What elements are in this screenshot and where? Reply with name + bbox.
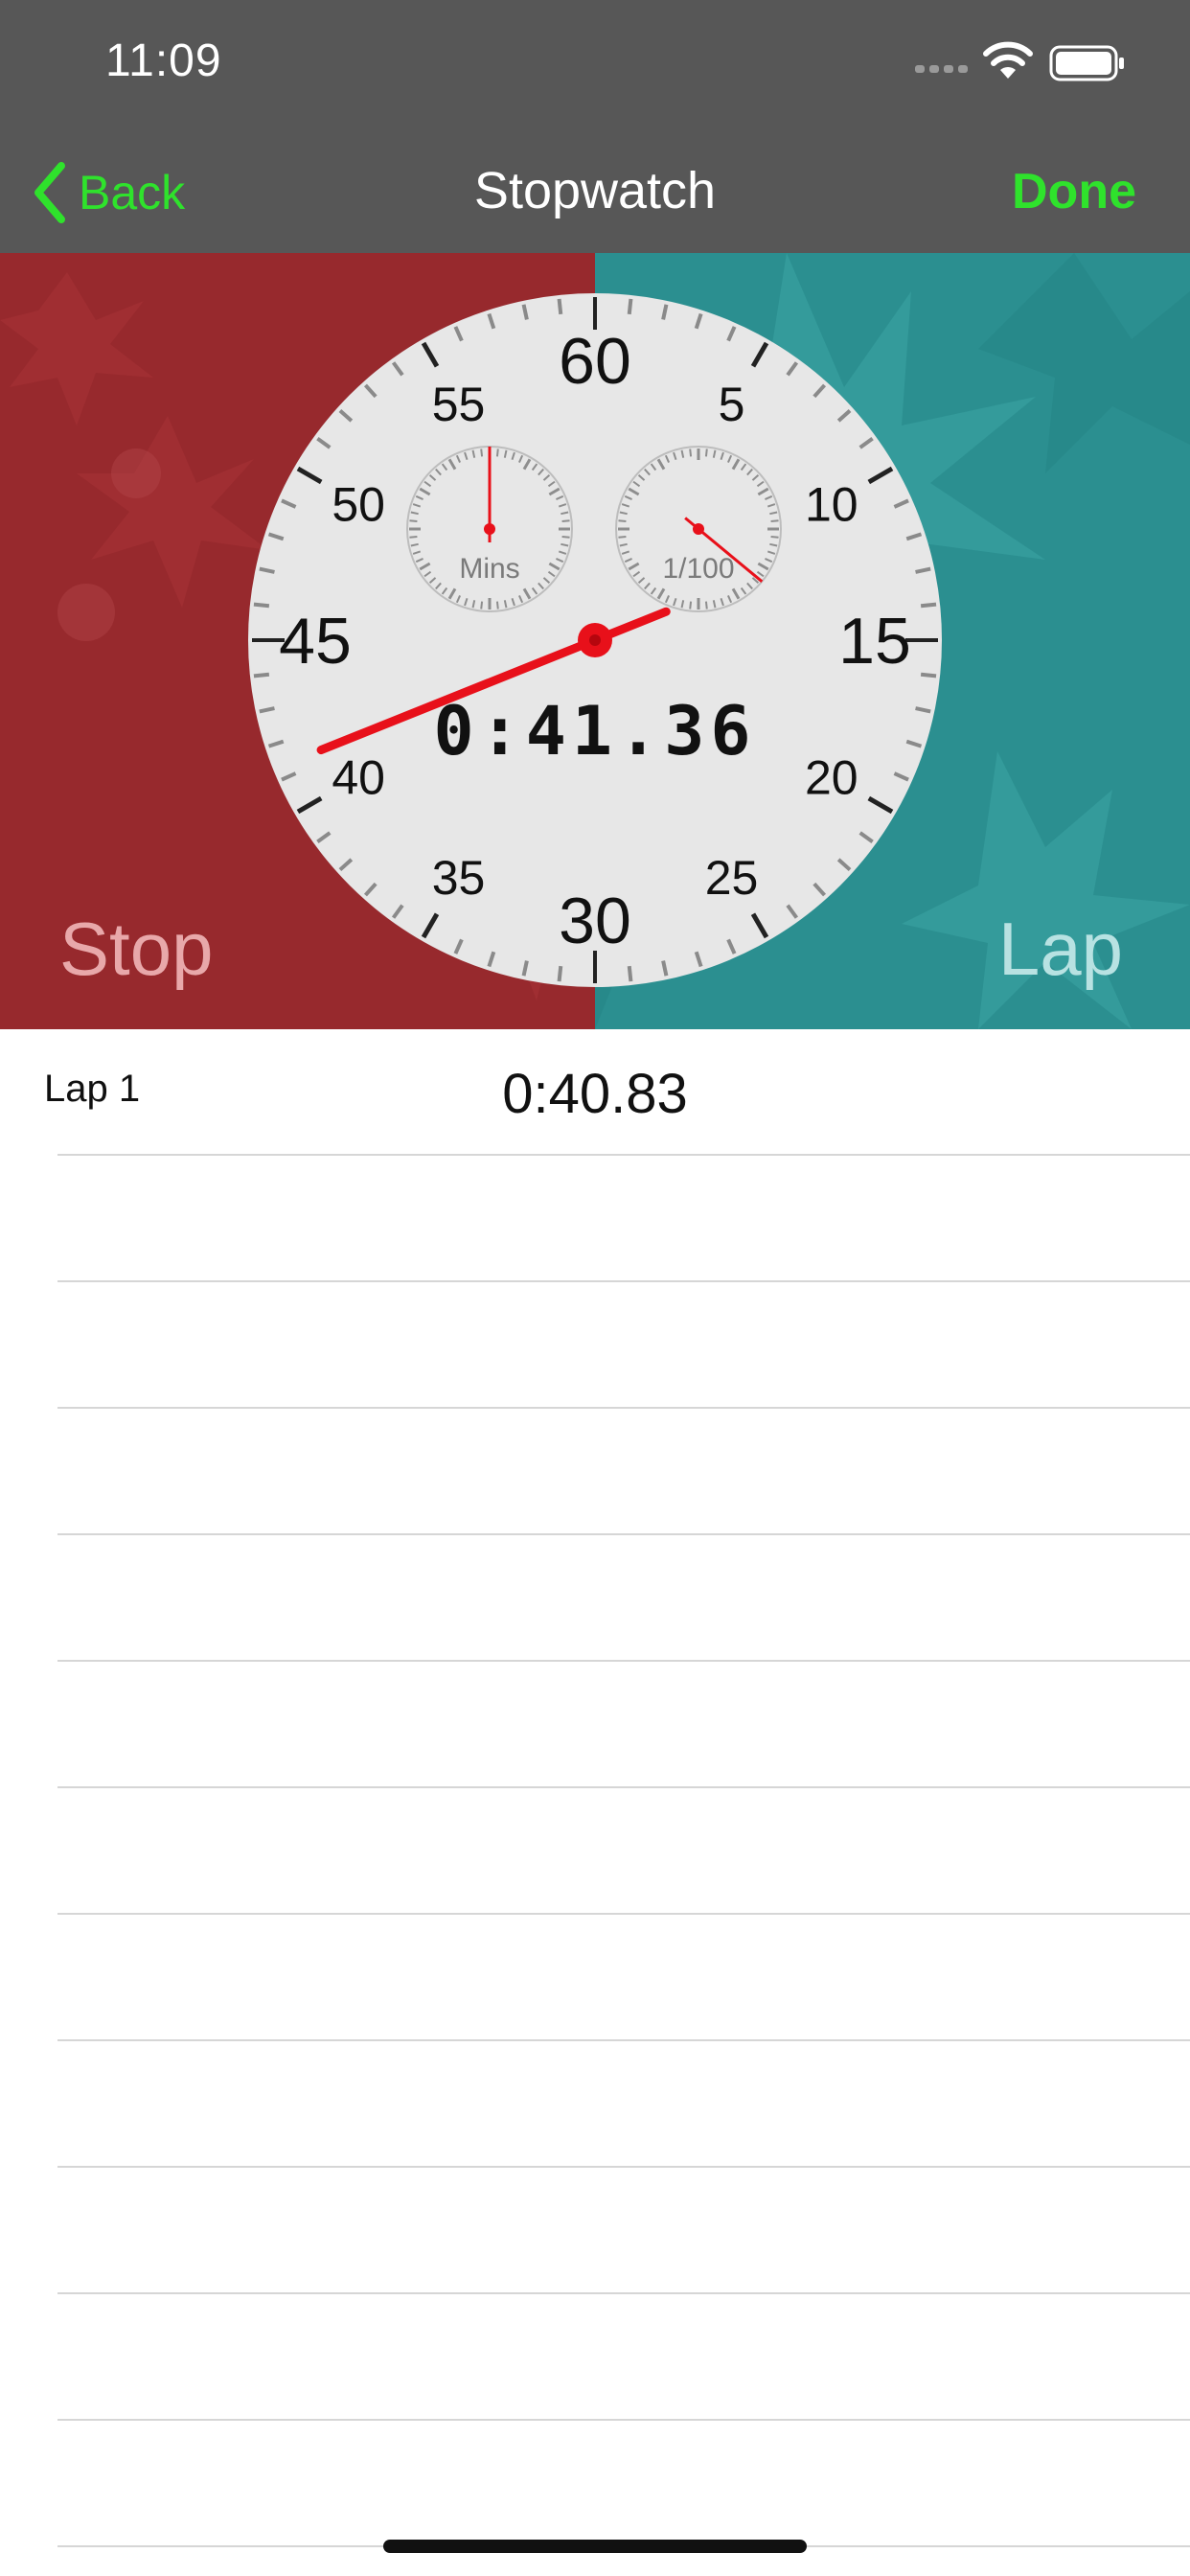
- wifi-icon: [983, 41, 1033, 79]
- elapsed-time-readout: 0:41.36: [433, 692, 757, 770]
- subdial-tick: [480, 448, 484, 457]
- dial-tick: [557, 298, 563, 315]
- stopwatch-stage: Stop Lap 60 15 30 45 5 10 20 25 35 40 50 55 Mins: [0, 253, 1190, 1029]
- dial-tick: [920, 672, 937, 678]
- empty-lap-row: [0, 1788, 1190, 1915]
- subdial-tick: [770, 519, 779, 523]
- dial-minor-label: 5: [719, 378, 745, 431]
- subdial-tick: [409, 535, 418, 539]
- dial-minor-label: 10: [805, 478, 858, 532]
- cellular-signal-icon: [915, 65, 968, 73]
- dial-minor-label: 25: [705, 851, 759, 905]
- subdial-tick: [495, 448, 499, 457]
- dial-major-label: 60: [559, 325, 631, 398]
- dial-minor-label: 55: [432, 378, 486, 431]
- lap-row[interactable]: Lap 1 0:40.83: [0, 1029, 1190, 1156]
- subdial-tick: [618, 519, 627, 523]
- done-button[interactable]: Done: [1012, 163, 1136, 220]
- dial-tick: [253, 602, 270, 609]
- subdial-tick: [689, 448, 693, 457]
- mins-subdial-label: Mins: [459, 553, 519, 585]
- empty-lap-row: [0, 1409, 1190, 1535]
- stopwatch-dial: 60153045510202535405055 Mins 1/100: [248, 293, 942, 987]
- dial-major-label: 45: [279, 605, 352, 678]
- hundredths-subdial: 1/100: [615, 446, 782, 612]
- empty-lap-row: [0, 2294, 1190, 2421]
- lap-time: 0:40.83: [502, 1063, 688, 1125]
- dial-tick: [627, 298, 633, 315]
- empty-lap-row: [0, 2041, 1190, 2168]
- home-indicator[interactable]: [383, 2540, 807, 2553]
- empty-lap-row: [0, 1915, 1190, 2041]
- status-bar: 11:09: [0, 0, 1190, 134]
- subdial-tick: [704, 601, 708, 610]
- dial-minor-label: 50: [332, 478, 385, 532]
- subdial-tick: [770, 535, 779, 539]
- empty-lap-row: [0, 2168, 1190, 2294]
- subdial-tick: [561, 519, 570, 523]
- status-time: 11:09: [105, 35, 222, 86]
- empty-lap-row: [0, 1156, 1190, 1282]
- subdial-tick: [618, 535, 627, 539]
- subdial-tick: [704, 448, 708, 457]
- navigation-bar: Back Stopwatch Done: [0, 134, 1190, 253]
- dial-major-label: 15: [838, 605, 911, 678]
- battery-icon: [1049, 45, 1124, 81]
- lap-list: Lap 1 0:40.83: [0, 1029, 1190, 2576]
- dial-minor-label: 35: [432, 851, 486, 905]
- dial-tick: [253, 672, 270, 678]
- subdial-tick: [495, 601, 499, 610]
- dial-major-label: 30: [559, 885, 631, 957]
- minute-hand-pivot: [484, 523, 495, 535]
- subdial-tick: [689, 601, 693, 610]
- subdial-tick: [409, 519, 418, 523]
- subdial-tick: [480, 601, 484, 610]
- hundredths-subdial-label: 1/100: [662, 553, 734, 585]
- empty-lap-row: [0, 2421, 1190, 2547]
- dial-tick: [557, 965, 563, 982]
- dial-tick: [920, 602, 937, 609]
- empty-lap-row: [0, 1535, 1190, 1662]
- empty-lap-row: [0, 1282, 1190, 1409]
- dial-tick: [627, 965, 633, 982]
- subdial-tick: [561, 535, 570, 539]
- empty-lap-row: [0, 1662, 1190, 1788]
- hundredths-hand-pivot: [693, 523, 704, 535]
- minutes-subdial: Mins: [406, 446, 573, 612]
